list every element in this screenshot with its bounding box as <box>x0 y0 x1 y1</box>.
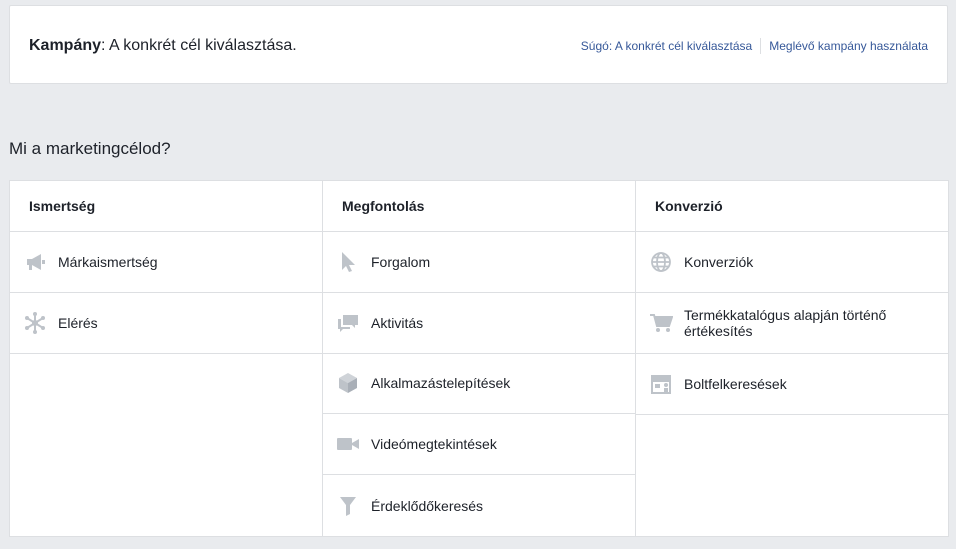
reach-icon <box>23 311 47 335</box>
objective-label: Érdeklődőkeresés <box>371 497 484 514</box>
campaign-header: Kampány: A konkrét cél kiválasztása. Súg… <box>9 5 948 84</box>
chat-bubbles-icon <box>336 311 360 335</box>
page-title-bold: Kampány <box>29 37 102 54</box>
objective-label: Alkalmazástelepítések <box>371 375 511 392</box>
objective-reach[interactable]: Elérés <box>10 293 322 354</box>
objective-traffic[interactable]: Forgalom <box>323 232 635 293</box>
objective-app-installs[interactable]: Alkalmazástelepítések <box>323 354 635 415</box>
objective-label: Konverziók <box>684 254 754 270</box>
page-title-rest: : A konkrét cél kiválasztása. <box>101 37 297 54</box>
cart-icon <box>649 311 673 335</box>
megaphone-icon <box>23 250 47 274</box>
objective-label: Forgalom <box>371 253 431 270</box>
use-existing-campaign-link[interactable]: Meglévő kampány használata <box>769 39 928 53</box>
store-icon <box>649 372 673 396</box>
column-heading: Ismertség <box>10 181 322 232</box>
column-awareness: Ismertség Márkaismertség Elérés <box>10 181 323 536</box>
page-title: Kampány: A konkrét cél kiválasztása. <box>29 37 297 55</box>
globe-icon <box>649 250 673 274</box>
objective-catalog-sales[interactable]: Termékkatalógus alapján történő értékesí… <box>636 293 948 354</box>
objective-store-visits[interactable]: Boltfelkeresések <box>636 354 948 415</box>
column-consideration: Megfontolás Forgalom Aktivitás Alkalmazá… <box>323 181 636 536</box>
link-divider <box>760 38 762 54</box>
objective-label: Boltfelkeresések <box>684 376 787 392</box>
column-heading: Konverzió <box>636 181 948 232</box>
video-camera-icon <box>336 432 360 456</box>
objective-engagement[interactable]: Aktivitás <box>323 293 635 354</box>
objective-lead-generation[interactable]: Érdeklődőkeresés <box>323 475 635 536</box>
objective-grid: Ismertség Márkaismertség Elérés Megfonto… <box>9 180 949 537</box>
box-icon <box>336 371 360 395</box>
column-heading: Megfontolás <box>323 181 635 232</box>
objective-label: Videómegtekintések <box>371 436 497 453</box>
funnel-icon <box>336 494 360 518</box>
objective-conversions[interactable]: Konverziók <box>636 232 948 293</box>
objective-brand-awareness[interactable]: Márkaismertség <box>10 232 322 293</box>
objective-label: Termékkatalógus alapján történő értékesí… <box>684 307 887 339</box>
column-conversion: Konverzió Konverziók Termékkatalógus ala… <box>636 181 948 536</box>
header-links: Súgó: A konkrét cél kiválasztása Meglévő… <box>581 38 928 54</box>
help-link[interactable]: Súgó: A konkrét cél kiválasztása <box>581 39 752 53</box>
objective-video-views[interactable]: Videómegtekintések <box>323 414 635 476</box>
objective-label: Elérés <box>58 315 98 331</box>
objective-question: Mi a marketingcélod? <box>9 139 171 158</box>
objective-label: Márkaismertség <box>58 254 158 270</box>
cursor-icon <box>336 250 360 274</box>
objective-label: Aktivitás <box>371 314 424 331</box>
